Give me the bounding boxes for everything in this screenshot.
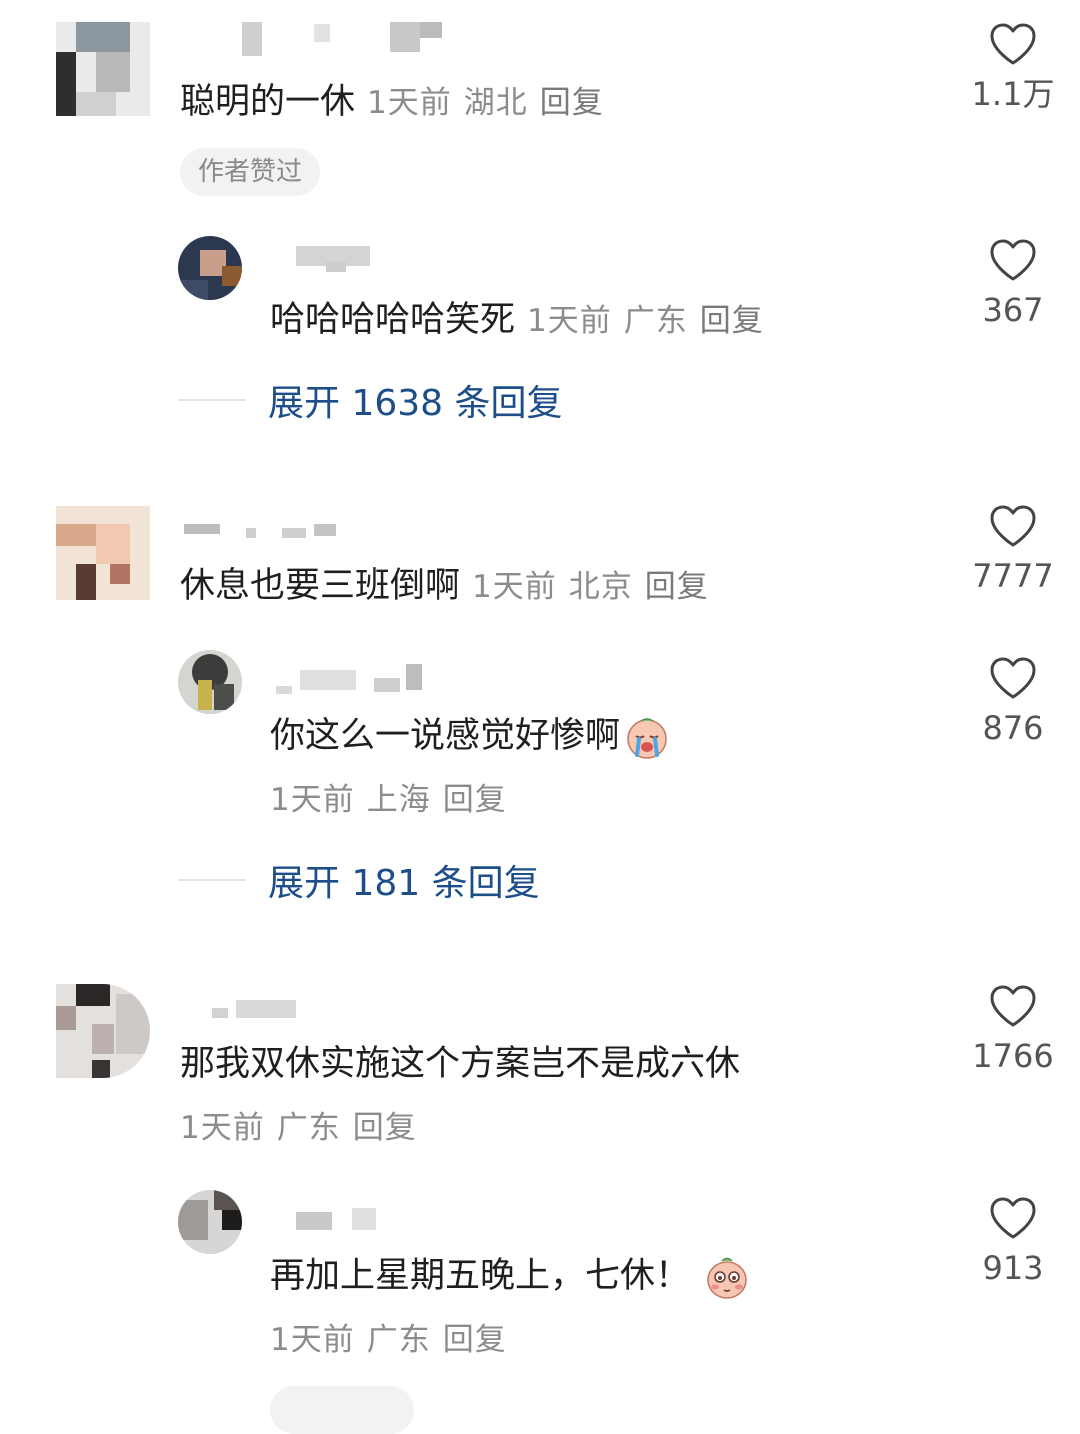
avatar[interactable] — [56, 984, 150, 1078]
reply-button[interactable]: 回复 — [443, 782, 507, 818]
reply-location: 广东 — [623, 303, 688, 339]
author-liked-badge: 作者赞过 — [180, 148, 321, 196]
reply-time: 1天前 — [270, 782, 355, 818]
expand-replies-button[interactable]: 展开 181 条回复 — [178, 854, 540, 906]
reply-time: 1天前 — [270, 1322, 355, 1358]
username-blurred[interactable] — [212, 998, 312, 1032]
comment-text: 那我双休实施这个方案岂不是成六休 — [180, 1044, 741, 1084]
like-count: 913 — [982, 1249, 1044, 1287]
heart-icon — [990, 505, 1036, 547]
username-blurred[interactable] — [276, 664, 436, 698]
username-blurred[interactable] — [296, 246, 416, 280]
expand-replies-button[interactable]: 展开 1638 条回复 — [178, 374, 563, 426]
comment-location: 北京 — [568, 569, 633, 605]
reply-button[interactable]: 回复 — [645, 569, 709, 605]
like-count: 7777 — [972, 557, 1054, 595]
like-button[interactable]: 876 — [958, 656, 1068, 748]
reply-button[interactable]: 回复 — [540, 85, 604, 121]
avatar[interactable] — [178, 236, 242, 300]
crying-face-icon — [627, 718, 667, 759]
heart-icon — [990, 985, 1036, 1027]
comment-time: 1天前 — [472, 569, 557, 605]
comment-location: 广东 — [276, 1110, 341, 1146]
like-count: 876 — [982, 709, 1044, 747]
comment-time: 1天前 — [367, 85, 452, 121]
like-button[interactable]: 1.1万 — [958, 22, 1068, 114]
avatar[interactable] — [56, 22, 150, 116]
username-blurred[interactable] — [296, 1206, 396, 1240]
like-button[interactable]: 913 — [958, 1196, 1068, 1288]
reply-time: 1天前 — [527, 303, 612, 339]
divider — [178, 399, 246, 401]
reply-button[interactable]: 回复 — [353, 1110, 417, 1146]
reply-button[interactable]: 回复 — [443, 1322, 507, 1358]
reply-meta: 1天前 广东 回复 — [270, 1320, 519, 1360]
reply-location: 广东 — [366, 1322, 431, 1358]
username-blurred[interactable] — [184, 524, 344, 558]
like-button[interactable]: 367 — [958, 238, 1068, 330]
shy-face-icon — [707, 1257, 747, 1299]
heart-icon — [990, 1197, 1036, 1239]
like-count: 1.1万 — [971, 75, 1055, 113]
comment-time: 1天前 — [180, 1110, 265, 1146]
reply-text: 哈哈哈哈哈笑死 1天前 广东 回复 — [270, 300, 764, 340]
username-blurred[interactable] — [182, 22, 462, 56]
reply-button[interactable]: 回复 — [700, 303, 764, 339]
like-count: 1766 — [972, 1037, 1054, 1075]
comment-text: 聪明的一休 1天前 湖北 回复 — [180, 82, 604, 122]
like-count: 367 — [982, 291, 1044, 329]
avatar[interactable] — [178, 650, 242, 714]
like-button[interactable]: 7777 — [958, 504, 1068, 596]
reply-text: 再加上星期五晚上，七休！ — [270, 1254, 750, 1300]
comment-meta: 1天前 广东 回复 — [180, 1108, 429, 1148]
comment-location: 湖北 — [463, 85, 528, 121]
reply-location: 上海 — [366, 782, 431, 818]
comment-text: 休息也要三班倒啊 1天前 北京 回复 — [180, 566, 709, 606]
heart-icon — [990, 239, 1036, 281]
avatar[interactable] — [178, 1190, 242, 1254]
like-button[interactable]: 1766 — [958, 984, 1068, 1076]
reply-text: 你这么一说感觉好惨啊 — [270, 714, 670, 760]
reply-meta: 1天前 上海 回复 — [270, 780, 519, 820]
heart-icon — [990, 657, 1036, 699]
avatar[interactable] — [56, 506, 150, 600]
author-liked-badge-partial — [270, 1386, 414, 1434]
divider — [178, 879, 246, 881]
heart-icon — [990, 23, 1036, 65]
